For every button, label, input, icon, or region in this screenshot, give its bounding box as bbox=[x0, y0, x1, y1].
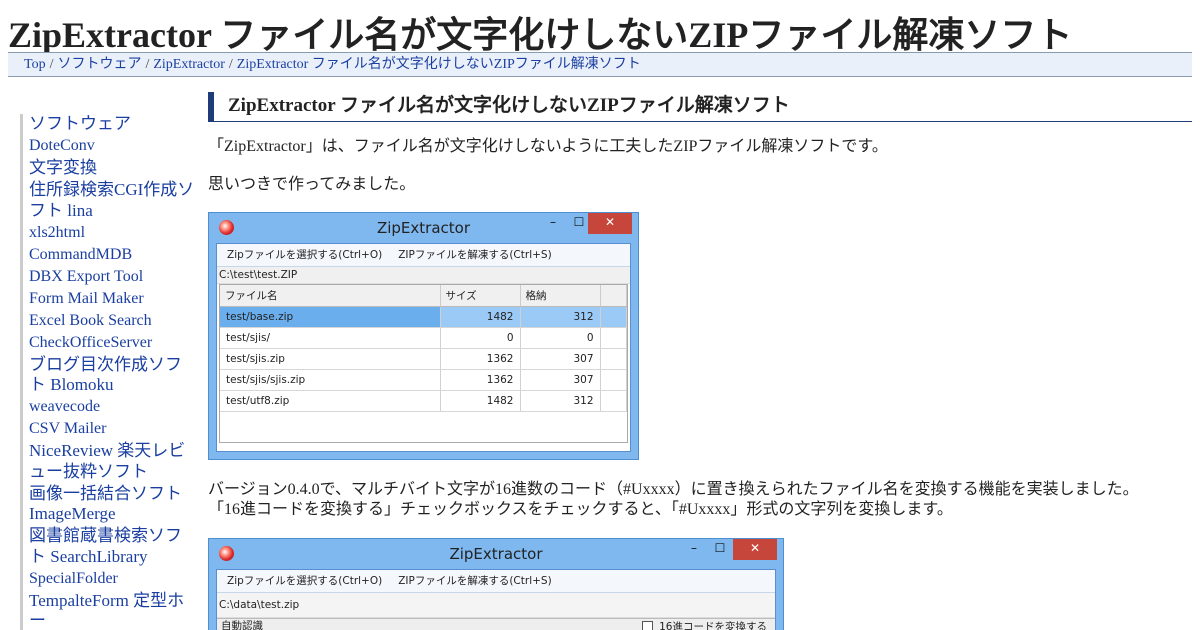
sidebar-item-doteconv[interactable]: DoteConv bbox=[29, 136, 195, 157]
sidebar-item-checkofficeserver[interactable]: CheckOfficeServer bbox=[29, 333, 195, 354]
sidebar-item-searchlibrary[interactable]: 図書館蔵書検索ソフト SearchLibrary bbox=[29, 526, 195, 567]
main-content: ZipExtractor ファイル名が文字化けしないZIPファイル解凍ソフト 「… bbox=[208, 92, 1192, 630]
menu-select-zip: Zipファイルを選択する(Ctrl+O) bbox=[227, 249, 383, 261]
article-heading: ZipExtractor ファイル名が文字化けしないZIPファイル解凍ソフト bbox=[208, 92, 1192, 122]
cell-stored: 312 bbox=[520, 306, 601, 328]
menu-extract-zip: ZIPファイルを解凍する(Ctrl+S) bbox=[398, 249, 552, 261]
encoding-select: 自動認識 bbox=[221, 620, 263, 630]
cell-stored: 307 bbox=[520, 369, 601, 391]
sidebar-item-weavecode[interactable]: weavecode bbox=[29, 397, 195, 418]
path-display: C:\data\test.zip bbox=[217, 593, 775, 618]
screenshot-window-1: ZipExtractor – ☐ ✕ Zipファイルを選択する(Ctrl+O) Z… bbox=[208, 212, 639, 460]
version-paragraph: バージョン0.4.0で、マルチバイト文字が16進数のコード（#Uxxxx）に置き… bbox=[208, 481, 1139, 498]
close-icon: ✕ bbox=[733, 539, 777, 560]
sidebar-item-dbx-export[interactable]: DBX Export Tool bbox=[29, 267, 195, 288]
cell-filename: test/base.zip bbox=[220, 306, 441, 328]
sidebar-item-xls2html[interactable]: xls2html bbox=[29, 223, 195, 244]
table-row: test/base.zip 1482 312 bbox=[220, 306, 627, 328]
screenshot-window-2: ZipExtractor – ☐ ✕ Zipファイルを選択する(Ctrl+O) Z… bbox=[208, 538, 784, 630]
window-menubar: Zipファイルを選択する(Ctrl+O) ZIPファイルを解凍する(Ctrl+S) bbox=[217, 570, 775, 593]
sidebar-item-commandmdb[interactable]: CommandMDB bbox=[29, 245, 195, 266]
window-menubar: Zipファイルを選択する(Ctrl+O) ZIPファイルを解凍する(Ctrl+S) bbox=[217, 244, 630, 267]
breadcrumb-current[interactable]: ZipExtractor ファイル名が文字化けしないZIPファイル解凍ソフト bbox=[237, 57, 641, 72]
sidebar-item-software[interactable]: ソフトウェア bbox=[29, 114, 195, 135]
file-list: ファイル名 サイズ 格納 test/base.zip 1482 312 test… bbox=[219, 284, 628, 443]
sidebar-item-imagemerge[interactable]: 画像一括結合ソフト ImageMerge bbox=[29, 484, 195, 525]
breadcrumb-software[interactable]: ソフトウェア bbox=[57, 57, 141, 72]
window-client: Zipファイルを選択する(Ctrl+O) ZIPファイルを解凍する(Ctrl+S)… bbox=[216, 569, 776, 630]
menu-select-zip: Zipファイルを選択する(Ctrl+O) bbox=[227, 575, 383, 587]
minimize-icon: – bbox=[550, 215, 556, 229]
column-stored: 格納 bbox=[520, 285, 601, 307]
cell-filename: test/sjis/sjis.zip bbox=[220, 369, 441, 391]
cell-size: 0 bbox=[440, 327, 521, 349]
menu-extract-zip: ZIPファイルを解凍する(Ctrl+S) bbox=[398, 575, 552, 587]
cell-filename: test/sjis.zip bbox=[220, 348, 441, 370]
checkbox-paragraph: 「16進コードを変換する」チェックボックスをチェックすると、「#Uxxxx」形式… bbox=[208, 501, 953, 518]
checkbox-box bbox=[642, 621, 654, 630]
window-client: Zipファイルを選択する(Ctrl+O) ZIPファイルを解凍する(Ctrl+S)… bbox=[216, 243, 631, 452]
column-filler bbox=[600, 285, 627, 307]
cell-stored: 307 bbox=[520, 348, 601, 370]
cell-size: 1482 bbox=[440, 306, 521, 328]
window-titlebar: ZipExtractor – ☐ ✕ bbox=[209, 539, 783, 569]
checkbox-label: 16進コードを変換する bbox=[659, 621, 767, 630]
cell-size: 1362 bbox=[440, 348, 521, 370]
sidebar-item-csv-mailer[interactable]: CSV Mailer bbox=[29, 419, 195, 440]
option-row: 自動認識 16進コードを変換する bbox=[217, 618, 775, 630]
note-paragraph: 思いつきで作ってみました。 bbox=[208, 176, 416, 193]
sidebar-item-blomoku[interactable]: ブログ目次作成ソフト Blomoku bbox=[29, 355, 195, 396]
file-list-header: ファイル名 サイズ 格納 bbox=[220, 285, 627, 307]
cell-filename: test/utf8.zip bbox=[220, 390, 441, 412]
hex-convert-checkbox: 16進コードを変換する bbox=[642, 620, 767, 630]
sidebar-item-lina[interactable]: 住所録検索CGI作成ソフト lina bbox=[29, 180, 195, 221]
sidebar-item-specialfolder[interactable]: SpecialFolder bbox=[29, 569, 195, 590]
intro-paragraph: 「ZipExtractor」は、ファイル名が文字化けしないように工夫したZIPフ… bbox=[208, 138, 888, 155]
window-titlebar: ZipExtractor – ☐ ✕ bbox=[209, 213, 638, 243]
breadcrumb: Top / ソフトウェア / ZipExtractor / ZipExtractor ファイ… bbox=[8, 52, 1192, 77]
cell-size: 1482 bbox=[440, 390, 521, 412]
table-row: test/sjis.zip 1362 307 bbox=[220, 348, 627, 370]
cell-size: 1362 bbox=[440, 369, 521, 391]
page-title: ZipExtractor ファイル名が文字化けしないZIPファイル解凍ソフト bbox=[8, 15, 1073, 55]
path-display: C:\test\test.ZIP bbox=[217, 267, 630, 284]
sidebar-item-moji-henkan[interactable]: 文字変換 bbox=[29, 158, 195, 179]
column-size: サイズ bbox=[440, 285, 521, 307]
sidebar-item-nicereview[interactable]: NiceReview 楽天レビュー抜粋ソフト bbox=[29, 441, 195, 482]
sidebar-item-form-mail-maker[interactable]: Form Mail Maker bbox=[29, 289, 195, 310]
cell-stored: 312 bbox=[520, 390, 601, 412]
maximize-icon: ☐ bbox=[714, 541, 726, 555]
cell-filename: test/sjis/ bbox=[220, 327, 441, 349]
sidebar-nav: ソフトウェア DoteConv 文字変換 住所録検索CGI作成ソフト lina … bbox=[20, 114, 195, 630]
sidebar-item-templateform[interactable]: TempalteForm 定型ホー bbox=[29, 591, 195, 630]
table-row: test/utf8.zip 1482 312 bbox=[220, 390, 627, 412]
cell-stored: 0 bbox=[520, 327, 601, 349]
sidebar-item-excel-book-search[interactable]: Excel Book Search bbox=[29, 311, 195, 332]
table-row: test/sjis/ 0 0 bbox=[220, 327, 627, 349]
table-row: test/sjis/sjis.zip 1362 307 bbox=[220, 369, 627, 391]
breadcrumb-top[interactable]: Top bbox=[24, 57, 46, 72]
column-filename: ファイル名 bbox=[220, 285, 441, 307]
breadcrumb-zipextractor[interactable]: ZipExtractor bbox=[153, 57, 225, 72]
minimize-icon: – bbox=[691, 541, 697, 555]
close-icon: ✕ bbox=[588, 213, 632, 234]
